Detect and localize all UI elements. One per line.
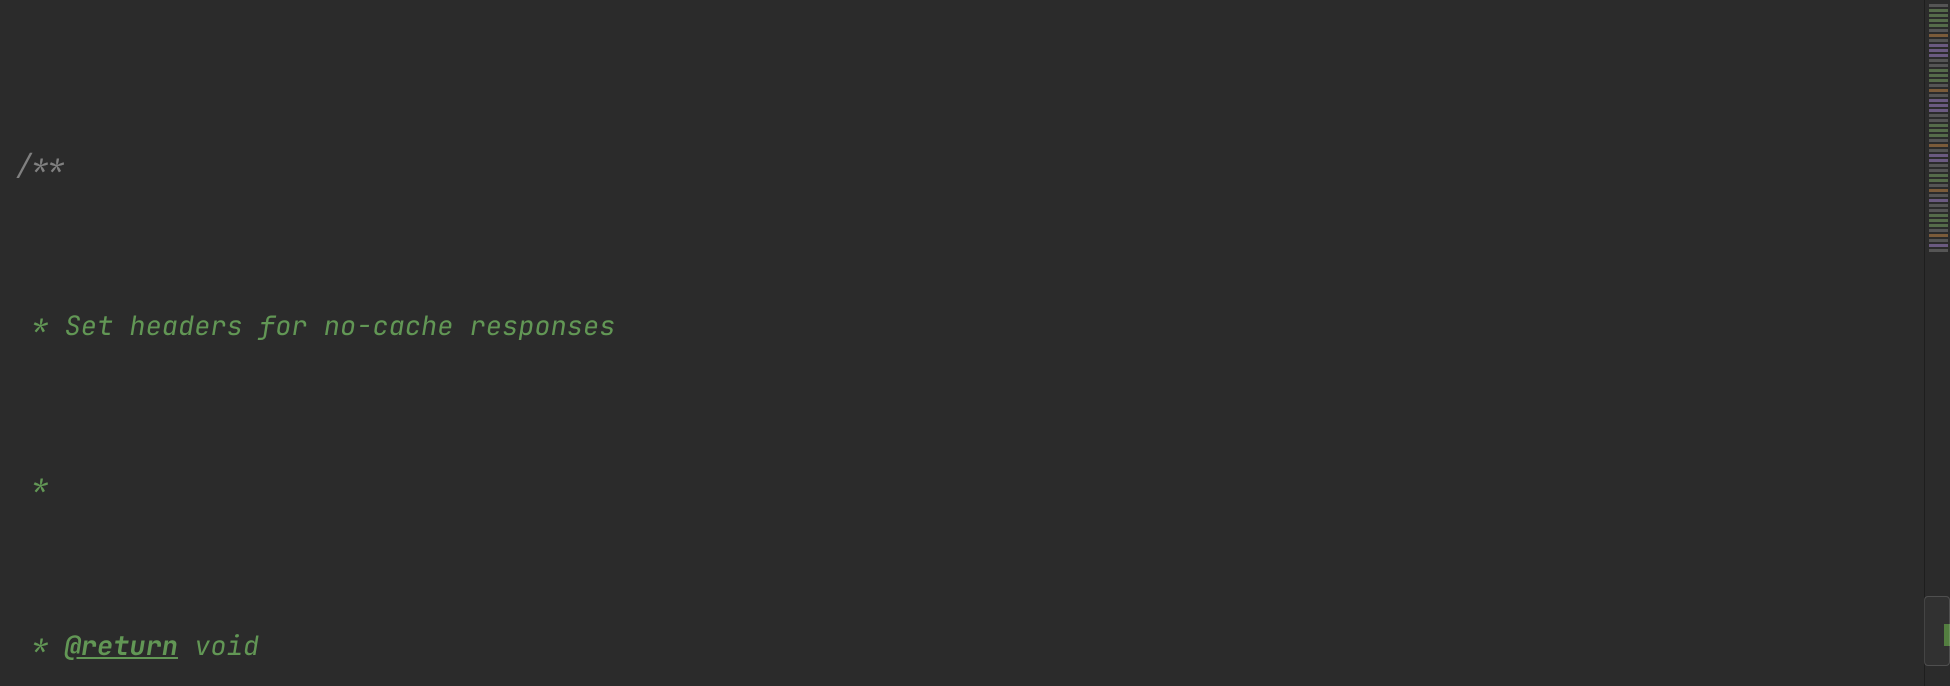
minimap-line	[1929, 84, 1948, 87]
minimap-line	[1929, 164, 1948, 167]
minimap-line	[1929, 199, 1948, 202]
minimap-line	[1929, 144, 1948, 147]
minimap-line	[1929, 194, 1948, 197]
code-line: * @return void	[16, 626, 1924, 666]
minimap-line	[1929, 9, 1948, 12]
code-line: * Set headers for no-cache responses	[16, 306, 1924, 346]
minimap-line	[1929, 74, 1948, 77]
minimap-line	[1929, 69, 1948, 72]
minimap-line	[1929, 89, 1948, 92]
minimap-line	[1929, 204, 1948, 207]
minimap-line	[1929, 109, 1948, 112]
minimap-line	[1929, 59, 1948, 62]
minimap-line	[1929, 24, 1948, 27]
code-line: /**	[16, 146, 1924, 186]
minimap-line	[1929, 34, 1948, 37]
minimap-line	[1929, 149, 1948, 152]
minimap-line	[1929, 119, 1948, 122]
minimap-line	[1929, 239, 1948, 242]
minimap-line	[1929, 234, 1948, 237]
minimap-line	[1929, 159, 1948, 162]
minimap-line	[1929, 124, 1948, 127]
editor: /** * Set headers for no-cache responses…	[0, 0, 1950, 686]
phpdoc-return-type: void	[178, 626, 259, 666]
minimap-line	[1929, 134, 1948, 137]
minimap-line	[1929, 244, 1948, 247]
code-area[interactable]: /** * Set headers for no-cache responses…	[0, 0, 1924, 686]
minimap-line	[1929, 184, 1948, 187]
minimap-line	[1929, 229, 1948, 232]
minimap-line	[1929, 99, 1948, 102]
code-line: *	[16, 466, 1924, 506]
docblock-star: *	[16, 626, 65, 666]
minimap-line	[1929, 169, 1948, 172]
minimap-line	[1929, 154, 1948, 157]
minimap[interactable]	[1924, 0, 1950, 686]
minimap-line	[1929, 19, 1948, 22]
minimap-line	[1929, 29, 1948, 32]
minimap-line	[1929, 249, 1948, 252]
minimap-line	[1929, 174, 1948, 177]
minimap-line	[1929, 114, 1948, 117]
docblock-open: /**	[16, 146, 65, 186]
minimap-line	[1929, 44, 1948, 47]
minimap-line	[1929, 219, 1948, 222]
minimap-line	[1929, 14, 1948, 17]
phpdoc-return-tag: @return	[65, 626, 178, 666]
docblock-text: *	[16, 466, 48, 506]
minimap-line	[1929, 64, 1948, 67]
minimap-line	[1929, 179, 1948, 182]
minimap-line	[1929, 104, 1948, 107]
minimap-line	[1929, 39, 1948, 42]
minimap-line	[1929, 129, 1948, 132]
minimap-line	[1929, 224, 1948, 227]
scrollbar-thumb[interactable]	[1924, 596, 1950, 666]
docblock-text: * Set headers for no-cache responses	[16, 306, 615, 346]
minimap-line	[1929, 94, 1948, 97]
minimap-line	[1929, 49, 1948, 52]
minimap-line	[1929, 214, 1948, 217]
minimap-line	[1929, 209, 1948, 212]
minimap-line	[1929, 79, 1948, 82]
minimap-line	[1929, 4, 1948, 7]
minimap-line	[1929, 139, 1948, 142]
minimap-line	[1929, 54, 1948, 57]
minimap-line	[1929, 189, 1948, 192]
